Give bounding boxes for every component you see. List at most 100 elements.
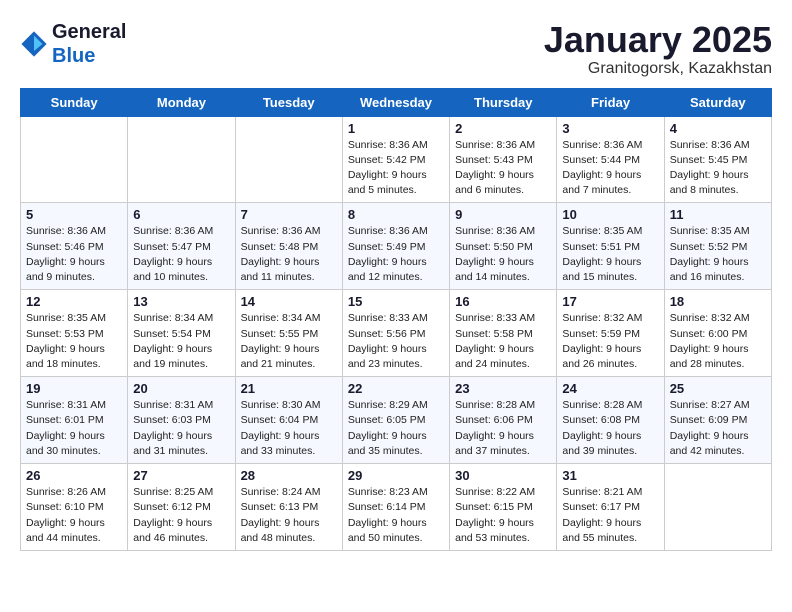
day-number: 13 <box>133 294 229 309</box>
day-detail: Sunrise: 8:22 AM Sunset: 6:15 PM Dayligh… <box>455 485 551 546</box>
day-number: 14 <box>241 294 337 309</box>
day-detail: Sunrise: 8:35 AM Sunset: 5:51 PM Dayligh… <box>562 224 658 285</box>
logo: General Blue <box>20 20 126 68</box>
day-number: 28 <box>241 468 337 483</box>
day-detail: Sunrise: 8:31 AM Sunset: 6:03 PM Dayligh… <box>133 398 229 459</box>
day-detail: Sunrise: 8:35 AM Sunset: 5:53 PM Dayligh… <box>26 311 122 372</box>
calendar-cell: 1Sunrise: 8:36 AM Sunset: 5:42 PM Daylig… <box>342 116 449 203</box>
day-number: 1 <box>348 121 444 136</box>
day-number: 26 <box>26 468 122 483</box>
day-number: 10 <box>562 207 658 222</box>
day-detail: Sunrise: 8:36 AM Sunset: 5:46 PM Dayligh… <box>26 224 122 285</box>
day-number: 6 <box>133 207 229 222</box>
day-detail: Sunrise: 8:32 AM Sunset: 5:59 PM Dayligh… <box>562 311 658 372</box>
day-detail: Sunrise: 8:30 AM Sunset: 6:04 PM Dayligh… <box>241 398 337 459</box>
calendar-cell <box>128 116 235 203</box>
calendar-cell: 25 Sunrise: 8:27 AM Sunset: 6:09 PM Dayli… <box>664 377 771 464</box>
weekday-header-tuesday: Tuesday <box>235 88 342 116</box>
calendar-cell: 11Sunrise: 8:35 AM Sunset: 5:52 PM Dayli… <box>664 203 771 290</box>
calendar-table: SundayMondayTuesdayWednesdayThursdayFrid… <box>20 88 772 551</box>
calendar-cell: 26 Sunrise: 8:26 AM Sunset: 6:10 PM Dayli… <box>21 464 128 551</box>
calendar-cell: 30 Sunrise: 8:22 AM Sunset: 6:15 PM Dayli… <box>450 464 557 551</box>
weekday-header-thursday: Thursday <box>450 88 557 116</box>
calendar-cell: 7Sunrise: 8:36 AM Sunset: 5:48 PM Daylig… <box>235 203 342 290</box>
day-detail: Sunrise: 8:25 AM Sunset: 6:12 PM Dayligh… <box>133 485 229 546</box>
calendar-cell: 9 Sunrise: 8:36 AM Sunset: 5:50 PM Daylig… <box>450 203 557 290</box>
day-detail: Sunrise: 8:31 AM Sunset: 6:01 PM Dayligh… <box>26 398 122 459</box>
calendar-week-1: 1Sunrise: 8:36 AM Sunset: 5:42 PM Daylig… <box>21 116 772 203</box>
day-number: 3 <box>562 121 658 136</box>
day-detail: Sunrise: 8:34 AM Sunset: 5:55 PM Dayligh… <box>241 311 337 372</box>
calendar-week-5: 26 Sunrise: 8:26 AM Sunset: 6:10 PM Dayli… <box>21 464 772 551</box>
day-number: 2 <box>455 121 551 136</box>
location: Granitogorsk, Kazakhstan <box>544 60 772 78</box>
day-detail: Sunrise: 8:36 AM Sunset: 5:45 PM Dayligh… <box>670 138 766 199</box>
calendar-cell: 13 Sunrise: 8:34 AM Sunset: 5:54 PM Dayli… <box>128 290 235 377</box>
logo-general: General <box>52 21 126 43</box>
calendar-cell <box>21 116 128 203</box>
day-detail: Sunrise: 8:32 AM Sunset: 6:00 PM Dayligh… <box>670 311 766 372</box>
day-number: 9 <box>455 207 551 222</box>
weekday-header-row: SundayMondayTuesdayWednesdayThursdayFrid… <box>21 88 772 116</box>
day-detail: Sunrise: 8:27 AM Sunset: 6:09 PM Dayligh… <box>670 398 766 459</box>
calendar-cell: 23 Sunrise: 8:28 AM Sunset: 6:06 PM Dayli… <box>450 377 557 464</box>
day-number: 4 <box>670 121 766 136</box>
day-number: 30 <box>455 468 551 483</box>
weekday-header-wednesday: Wednesday <box>342 88 449 116</box>
day-number: 27 <box>133 468 229 483</box>
calendar-cell: 24 Sunrise: 8:28 AM Sunset: 6:08 PM Dayli… <box>557 377 664 464</box>
calendar-cell: 17Sunrise: 8:32 AM Sunset: 5:59 PM Dayli… <box>557 290 664 377</box>
logo-text: General Blue <box>52 20 126 68</box>
calendar-cell: 31Sunrise: 8:21 AM Sunset: 6:17 PM Dayli… <box>557 464 664 551</box>
weekday-header-sunday: Sunday <box>21 88 128 116</box>
day-number: 18 <box>670 294 766 309</box>
weekday-header-friday: Friday <box>557 88 664 116</box>
day-detail: Sunrise: 8:36 AM Sunset: 5:44 PM Dayligh… <box>562 138 658 199</box>
calendar-cell: 19 Sunrise: 8:31 AM Sunset: 6:01 PM Dayli… <box>21 377 128 464</box>
day-number: 22 <box>348 381 444 396</box>
calendar-week-2: 5 Sunrise: 8:36 AM Sunset: 5:46 PM Daylig… <box>21 203 772 290</box>
title-block: January 2025 Granitogorsk, Kazakhstan <box>544 20 772 78</box>
day-number: 25 <box>670 381 766 396</box>
day-number: 5 <box>26 207 122 222</box>
day-detail: Sunrise: 8:36 AM Sunset: 5:49 PM Dayligh… <box>348 224 444 285</box>
calendar-cell: 5 Sunrise: 8:36 AM Sunset: 5:46 PM Daylig… <box>21 203 128 290</box>
page-header: General Blue January 2025 Granitogorsk, … <box>20 20 772 78</box>
calendar-cell: 29 Sunrise: 8:23 AM Sunset: 6:14 PM Dayli… <box>342 464 449 551</box>
day-number: 20 <box>133 381 229 396</box>
logo-blue: Blue <box>52 45 95 67</box>
day-detail: Sunrise: 8:24 AM Sunset: 6:13 PM Dayligh… <box>241 485 337 546</box>
calendar-cell: 2 Sunrise: 8:36 AM Sunset: 5:43 PM Daylig… <box>450 116 557 203</box>
weekday-header-saturday: Saturday <box>664 88 771 116</box>
calendar-cell <box>235 116 342 203</box>
day-number: 8 <box>348 207 444 222</box>
day-number: 21 <box>241 381 337 396</box>
day-detail: Sunrise: 8:23 AM Sunset: 6:14 PM Dayligh… <box>348 485 444 546</box>
day-detail: Sunrise: 8:36 AM Sunset: 5:50 PM Dayligh… <box>455 224 551 285</box>
day-detail: Sunrise: 8:26 AM Sunset: 6:10 PM Dayligh… <box>26 485 122 546</box>
day-number: 23 <box>455 381 551 396</box>
day-number: 19 <box>26 381 122 396</box>
calendar-cell: 22Sunrise: 8:29 AM Sunset: 6:05 PM Dayli… <box>342 377 449 464</box>
day-detail: Sunrise: 8:36 AM Sunset: 5:43 PM Dayligh… <box>455 138 551 199</box>
day-number: 24 <box>562 381 658 396</box>
weekday-header-monday: Monday <box>128 88 235 116</box>
calendar-cell: 4 Sunrise: 8:36 AM Sunset: 5:45 PM Daylig… <box>664 116 771 203</box>
calendar-cell <box>664 464 771 551</box>
day-number: 29 <box>348 468 444 483</box>
logo-icon <box>20 30 48 58</box>
calendar-cell: 3 Sunrise: 8:36 AM Sunset: 5:44 PM Daylig… <box>557 116 664 203</box>
calendar-cell: 10 Sunrise: 8:35 AM Sunset: 5:51 PM Dayli… <box>557 203 664 290</box>
calendar-cell: 27 Sunrise: 8:25 AM Sunset: 6:12 PM Dayli… <box>128 464 235 551</box>
day-detail: Sunrise: 8:34 AM Sunset: 5:54 PM Dayligh… <box>133 311 229 372</box>
day-number: 12 <box>26 294 122 309</box>
calendar-cell: 16Sunrise: 8:33 AM Sunset: 5:58 PM Dayli… <box>450 290 557 377</box>
day-number: 11 <box>670 207 766 222</box>
calendar-cell: 21 Sunrise: 8:30 AM Sunset: 6:04 PM Dayli… <box>235 377 342 464</box>
day-detail: Sunrise: 8:28 AM Sunset: 6:08 PM Dayligh… <box>562 398 658 459</box>
calendar-cell: 18 Sunrise: 8:32 AM Sunset: 6:00 PM Dayli… <box>664 290 771 377</box>
calendar-week-4: 19 Sunrise: 8:31 AM Sunset: 6:01 PM Dayli… <box>21 377 772 464</box>
day-detail: Sunrise: 8:28 AM Sunset: 6:06 PM Dayligh… <box>455 398 551 459</box>
day-detail: Sunrise: 8:36 AM Sunset: 5:48 PM Dayligh… <box>241 224 337 285</box>
calendar-cell: 28 Sunrise: 8:24 AM Sunset: 6:13 PM Dayli… <box>235 464 342 551</box>
